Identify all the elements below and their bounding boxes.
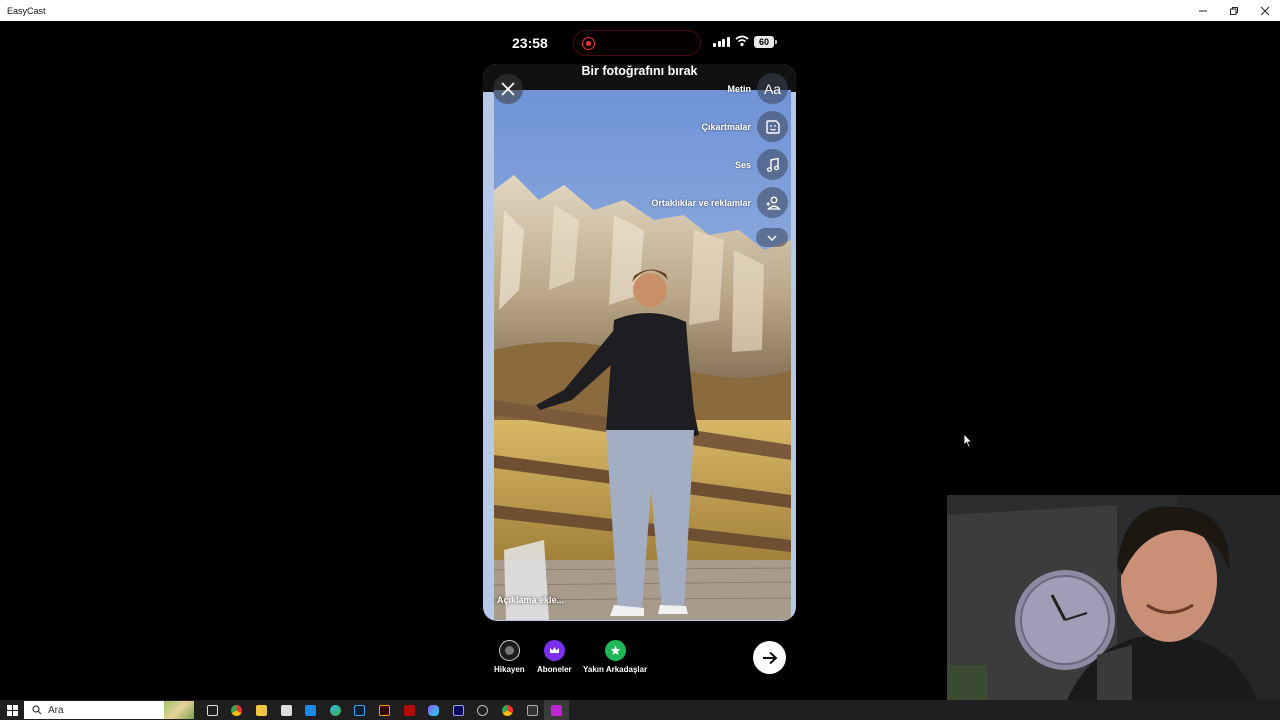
task-view-icon[interactable] xyxy=(200,700,225,720)
audience-your-story-label: Hikayen xyxy=(494,665,525,674)
window-controls xyxy=(1187,0,1280,21)
taskbar-search[interactable]: Ara xyxy=(24,701,164,719)
caption-input[interactable]: Açıklama ekle... xyxy=(497,595,564,605)
search-placeholder: Ara xyxy=(48,704,64,716)
audience-subscribers-label: Aboneler xyxy=(537,665,572,674)
mail-icon[interactable] xyxy=(298,700,323,720)
editor-tools: Metin Aa Çıkartmalar Ses Ortaklıklar ve … xyxy=(583,73,788,253)
search-highlight-image[interactable] xyxy=(164,701,194,719)
taskbar: Ara xyxy=(0,700,1280,720)
tool-audio[interactable]: Ses xyxy=(735,149,788,180)
easycast-icon[interactable] xyxy=(544,700,569,720)
star-icon xyxy=(604,640,626,661)
webcam-overlay xyxy=(947,495,1280,700)
text-aa-icon[interactable]: Aa xyxy=(757,73,788,104)
dynamic-island xyxy=(573,30,701,56)
close-window-button[interactable] xyxy=(1249,0,1280,21)
minimize-icon xyxy=(1198,10,1207,11)
file-explorer-icon[interactable] xyxy=(249,700,274,720)
music-note-icon[interactable] xyxy=(757,149,788,180)
tool-partnerships[interactable]: Ortaklıklar ve reklamlar xyxy=(651,187,788,218)
close-icon xyxy=(1260,6,1269,15)
recording-indicator-icon xyxy=(582,37,595,50)
chrome-icon-2[interactable] xyxy=(495,700,520,720)
photoshop-icon[interactable] xyxy=(348,700,373,720)
close-icon xyxy=(501,82,515,96)
tool-audio-label: Ses xyxy=(734,159,751,170)
restore-icon xyxy=(1229,6,1238,15)
store-icon[interactable] xyxy=(274,700,299,720)
tool-text-label: Metin xyxy=(727,83,752,94)
settings-gear-icon[interactable] xyxy=(471,700,496,720)
mouse-cursor-icon xyxy=(963,433,973,448)
battery-indicator: 60 xyxy=(754,36,777,48)
premiere-icon[interactable] xyxy=(446,700,471,720)
window-title: EasyCast xyxy=(7,5,46,16)
acrobat-icon[interactable] xyxy=(397,700,422,720)
close-editor-button[interactable] xyxy=(493,74,523,104)
wifi-icon xyxy=(735,35,749,47)
next-button[interactable] xyxy=(753,641,786,674)
tool-stickers-label: Çıkartmalar xyxy=(701,121,751,132)
cellular-signal-icon xyxy=(713,37,730,47)
edge-icon[interactable] xyxy=(323,700,348,720)
arrow-right-icon xyxy=(762,651,777,664)
audience-close-friends-label: Yakın Arkadaşlar xyxy=(583,665,648,674)
webcam-feed xyxy=(947,495,1280,700)
status-time: 23:58 xyxy=(512,35,548,51)
minimize-button[interactable] xyxy=(1187,0,1218,21)
your-story-avatar-icon xyxy=(498,640,520,661)
audience-your-story[interactable]: Hikayen xyxy=(494,640,525,674)
chrome-icon[interactable] xyxy=(225,700,250,720)
tool-stickers[interactable]: Çıkartmalar xyxy=(701,111,788,142)
terminal-icon[interactable] xyxy=(520,700,545,720)
restore-button[interactable] xyxy=(1218,0,1249,21)
tool-text[interactable]: Metin Aa xyxy=(727,73,788,104)
copilot-icon[interactable] xyxy=(421,700,446,720)
illustrator-icon[interactable] xyxy=(372,700,397,720)
start-button[interactable] xyxy=(0,700,24,720)
window-titlebar: EasyCast xyxy=(0,0,1280,21)
sticker-icon[interactable] xyxy=(757,111,788,142)
partnership-icon[interactable] xyxy=(757,187,788,218)
audience-close-friends[interactable]: Yakın Arkadaşlar xyxy=(583,640,647,674)
windows-logo-icon xyxy=(6,704,18,716)
taskbar-apps xyxy=(200,700,569,720)
chevron-down-icon xyxy=(767,234,777,241)
search-icon xyxy=(32,705,42,715)
tool-partnerships-label: Ortaklıklar ve reklamlar xyxy=(651,197,751,208)
crown-icon xyxy=(543,640,565,661)
more-tools-button[interactable] xyxy=(756,228,788,247)
audience-subscribers[interactable]: Aboneler xyxy=(537,640,572,674)
